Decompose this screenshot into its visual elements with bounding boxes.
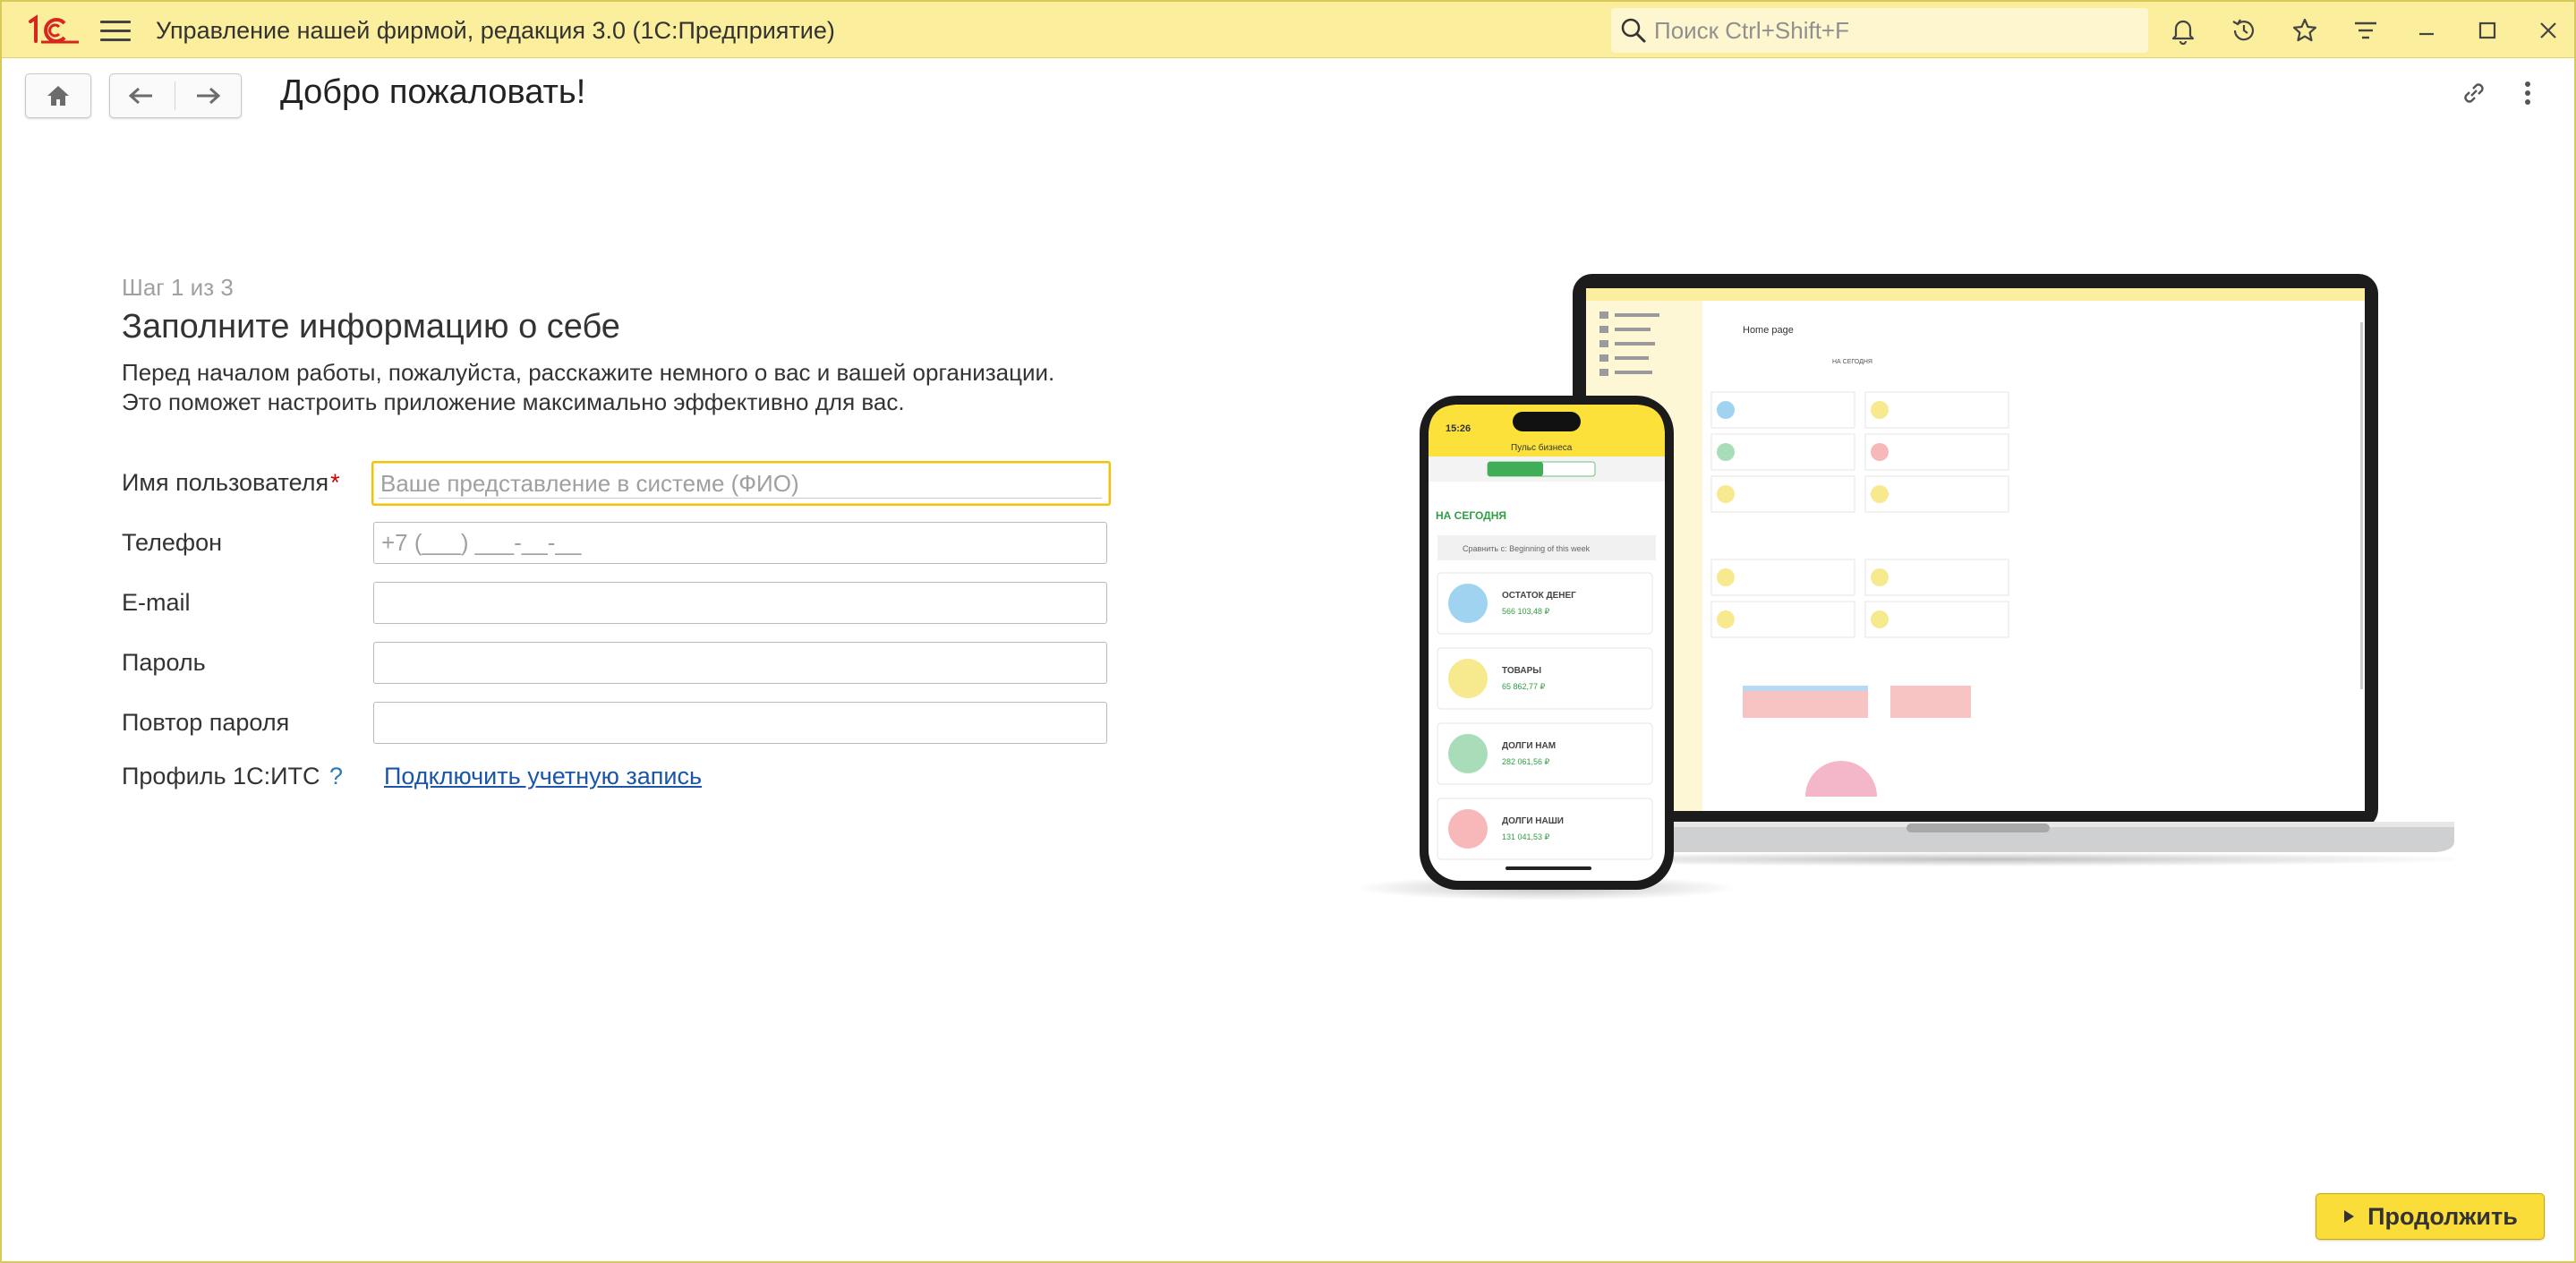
bell-icon[interactable] — [2167, 14, 2199, 47]
its-profile-label: Профиль 1С:ИТС — [122, 763, 320, 789]
phone-card-icon — [1448, 584, 1488, 623]
phone-card-icon — [1448, 659, 1488, 698]
email-label: E-mail — [122, 589, 191, 616]
phone-card-value: 131 041,53 ₽ — [1502, 832, 1550, 841]
more-options-icon[interactable] — [2512, 77, 2544, 109]
link-icon[interactable] — [2458, 77, 2490, 109]
phone-card: ДОЛГИ НАМ 282 061,56 ₽ — [1437, 722, 1653, 785]
play-arrow-icon — [2344, 1210, 2355, 1223]
phone-card-icon — [1448, 734, 1488, 773]
phone-header-title: Пульс бизнеса — [1511, 442, 1573, 453]
search-icon — [1621, 18, 1646, 43]
connect-account-link[interactable]: Подключить учетную запись — [384, 763, 702, 790]
email-input[interactable] — [373, 582, 1107, 624]
username-label: Имя пользователя* — [122, 469, 340, 497]
password-repeat-label: Повтор пароля — [122, 709, 290, 736]
form-description: Перед началом работы, пожалуйста, расска… — [122, 358, 1054, 417]
home-icon — [26, 74, 90, 117]
main-menu-icon[interactable] — [100, 16, 131, 45]
phone-today-label: НА СЕГОДНЯ — [1436, 509, 1506, 522]
phone-card-value: 566 103,48 ₽ — [1502, 607, 1550, 616]
laptop-home-title: Home page — [1743, 325, 1794, 336]
phone-input[interactable] — [373, 522, 1107, 564]
laptop-today-label: НА СЕГОДНЯ — [1832, 359, 1872, 365]
description-line-2: Это поможет настроить приложение максима… — [122, 388, 905, 415]
phone-card-value: 65 862,77 ₽ — [1502, 682, 1546, 691]
username-input-underline — [379, 498, 1102, 499]
phone-card-title: ДОЛГИ НАМ — [1502, 741, 1556, 751]
close-icon[interactable] — [2532, 14, 2564, 47]
phone-card: ОСТАТОК ДЕНЕГ 566 103,48 ₽ — [1437, 572, 1653, 635]
username-label-text: Имя пользователя — [122, 469, 329, 496]
history-icon[interactable] — [2228, 14, 2260, 47]
search-input[interactable] — [1654, 16, 2120, 45]
arrow-right-icon — [197, 87, 221, 105]
form-heading: Заполните информацию о себе — [122, 308, 620, 346]
title-bar: Управление нашей фирмой, редакция 3.0 (1… — [2, 2, 2574, 58]
continue-button[interactable]: Продолжить — [2316, 1193, 2545, 1240]
minimize-icon[interactable] — [2410, 14, 2443, 47]
back-button[interactable] — [110, 74, 173, 117]
step-indicator: Шаг 1 из 3 — [122, 274, 234, 301]
description-line-1: Перед началом работы, пожалуйста, расска… — [122, 359, 1055, 386]
phone-compare-label: Сравнить с: Beginning of this week — [1463, 544, 1591, 553]
favorites-star-icon[interactable] — [2289, 14, 2321, 47]
home-button[interactable] — [25, 73, 91, 118]
arrow-left-icon — [128, 87, 152, 105]
forward-button[interactable] — [176, 74, 239, 117]
continue-label: Продолжить — [2367, 1202, 2518, 1230]
devices-illustration: Home page НА СЕГОДНЯ 15:26 Пульс бизнеса… — [1353, 274, 2454, 900]
phone-card-value: 282 061,56 ₽ — [1502, 757, 1550, 766]
phone-card-title: ТОВАРЫ — [1502, 666, 1541, 676]
page-title: Добро пожаловать! — [280, 73, 586, 111]
back-forward-group — [109, 73, 242, 118]
phone-card-title: ДОЛГИ НАШИ — [1502, 816, 1564, 826]
app-title: Управление нашей фирмой, редакция 3.0 (1… — [156, 17, 835, 44]
phone-card: ДОЛГИ НАШИ 131 041,53 ₽ — [1437, 798, 1653, 860]
phone-card-title: ОСТАТОК ДЕНЕГ — [1502, 591, 1576, 601]
search-box[interactable] — [1611, 8, 2148, 53]
phone-time: 15:26 — [1446, 423, 1471, 434]
password-repeat-input[interactable] — [373, 702, 1107, 744]
1c-logo[interactable] — [25, 14, 81, 47]
phone-card: ТОВАРЫ 65 862,77 ₽ — [1437, 647, 1653, 710]
phone-label: Телефон — [122, 529, 223, 556]
phone-card-icon — [1448, 809, 1488, 849]
required-marker: * — [330, 469, 340, 496]
help-question-icon[interactable]: ? — [329, 763, 343, 790]
maximize-icon[interactable] — [2471, 14, 2503, 47]
username-input[interactable] — [371, 461, 1111, 506]
password-label: Пароль — [122, 649, 206, 676]
filter-lines-icon[interactable] — [2350, 14, 2382, 47]
password-input[interactable] — [373, 642, 1107, 684]
app-window: Управление нашей фирмой, редакция 3.0 (1… — [0, 0, 2576, 1263]
